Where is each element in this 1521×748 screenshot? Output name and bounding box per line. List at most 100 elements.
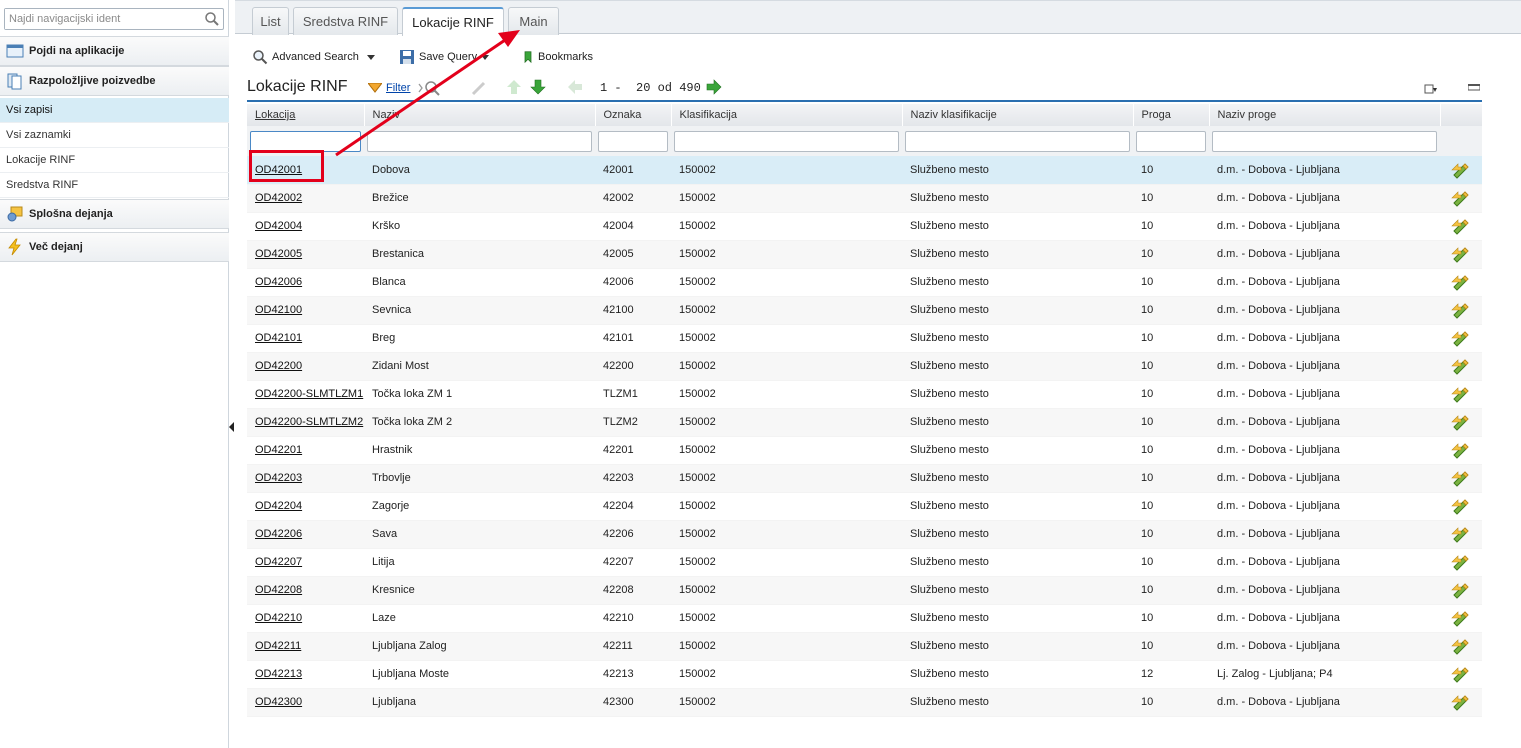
lokacija-link[interactable]: OD42211 (255, 640, 301, 652)
edit-record-icon[interactable] (1451, 497, 1471, 515)
cell-lokacija[interactable]: OD42005 (247, 240, 364, 269)
table-row[interactable]: OD42210 Laze 42210 150002 Službeno mesto 10 d.… (247, 604, 1482, 633)
section-splosna-dejanja[interactable]: Splošna dejanja (0, 199, 229, 229)
find-icon[interactable] (418, 79, 440, 97)
section-pojdi-na-aplikacije[interactable]: Pojdi na aplikacije (0, 36, 229, 66)
cell-lokacija[interactable]: OD42206 (247, 520, 364, 549)
table-row[interactable]: OD42005 Brestanica 42005 150002 Službeno mes… (247, 240, 1482, 269)
edit-record-icon[interactable] (1451, 637, 1471, 655)
column-header-lokacija[interactable]: Lokacija (247, 104, 365, 126)
sidebar-item-sredstva-rinf[interactable]: Sredstva RINF (0, 173, 229, 198)
cell-lokacija[interactable]: OD42211 (247, 632, 364, 661)
lokacija-link[interactable]: OD42100 (255, 304, 302, 316)
cell-lokacija[interactable]: OD42300 (247, 688, 364, 717)
edit-record-icon[interactable] (1451, 693, 1471, 711)
tab-sredstva-rinf[interactable]: Sredstva RINF (293, 7, 398, 35)
table-row[interactable]: OD42200 Zidani Most 42200 150002 Službeno me… (247, 352, 1482, 381)
filter-oznaka-input[interactable] (598, 130, 668, 152)
lokacija-link[interactable]: OD42006 (255, 276, 302, 288)
cell-lokacija[interactable]: OD42100 (247, 296, 364, 325)
table-row[interactable]: OD42211 Ljubljana Zalog 42211 150002 Služben… (247, 632, 1482, 661)
lokacija-link[interactable]: OD42207 (255, 556, 302, 568)
edit-record-icon[interactable] (1451, 609, 1471, 627)
lokacija-link[interactable]: OD42213 (255, 668, 302, 680)
chevron-down-icon[interactable] (481, 54, 490, 60)
cell-lokacija[interactable]: OD42006 (247, 268, 364, 297)
edit-record-icon[interactable] (1451, 329, 1471, 347)
tab-lokacije-rinf[interactable]: Lokacije RINF (402, 7, 504, 36)
column-header-klasifikacija[interactable]: Klasifikacija (671, 104, 903, 126)
edit-record-icon[interactable] (1451, 217, 1471, 235)
cell-lokacija[interactable]: OD42201 (247, 436, 364, 465)
lokacija-link[interactable]: OD42101 (255, 332, 302, 344)
edit-record-icon[interactable] (1451, 413, 1471, 431)
navigation-search-input[interactable] (5, 9, 200, 29)
advanced-search-button[interactable]: Advanced Search (252, 48, 375, 66)
arrow-up-icon[interactable] (506, 79, 522, 95)
table-row[interactable]: OD42203 Trbovlje 42203 150002 Službeno mesto… (247, 464, 1482, 493)
lokacija-link[interactable]: OD42201 (255, 444, 302, 456)
column-header-proga[interactable]: Proga (1133, 104, 1210, 126)
edit-record-icon[interactable] (1451, 581, 1471, 599)
table-row[interactable]: OD42004 Krško 42004 150002 Službeno mesto 10 d… (247, 212, 1482, 241)
edit-record-icon[interactable] (1451, 441, 1471, 459)
next-page-icon[interactable] (706, 79, 722, 95)
column-header-naziv-proge[interactable]: Naziv proge (1209, 104, 1441, 126)
lokacija-link[interactable]: OD42210 (255, 612, 302, 624)
filter-lokacija-input[interactable] (250, 130, 361, 152)
lokacija-link[interactable]: OD42200-SLMTLZM1 (255, 388, 363, 400)
filter-klasifikacija-input[interactable] (674, 130, 899, 152)
column-header-oznaka[interactable]: Oznaka (595, 104, 672, 126)
edit-record-icon[interactable] (1451, 469, 1471, 487)
edit-record-icon[interactable] (1451, 273, 1471, 291)
table-row[interactable]: OD42213 Ljubljana Moste 42213 150002 Služben… (247, 660, 1482, 689)
lokacija-link[interactable]: OD42206 (255, 528, 302, 540)
cell-lokacija[interactable]: OD42200 (247, 352, 364, 381)
table-row[interactable]: OD42100 Sevnica 42100 150002 Službeno mesto 1… (247, 296, 1482, 325)
section-vec-dejanj[interactable]: Več dejanj (0, 232, 229, 262)
column-header-naziv-klasifikacije[interactable]: Naziv klasifikacije (902, 104, 1134, 126)
lokacija-link[interactable]: OD42208 (255, 584, 302, 596)
cell-lokacija[interactable]: OD42203 (247, 464, 364, 493)
column-header-naziv[interactable]: Naziv (364, 104, 596, 126)
table-row[interactable]: OD42006 Blanca 42006 150002 Službeno mesto 10… (247, 268, 1482, 297)
bookmarks-button[interactable]: Bookmarks (522, 48, 593, 66)
navigation-search-field[interactable] (4, 8, 224, 30)
table-row[interactable]: OD42300 Ljubljana 42300 150002 Službeno mest… (247, 688, 1482, 717)
save-query-button[interactable]: Save Query (399, 48, 490, 66)
cell-lokacija[interactable]: OD42210 (247, 604, 364, 633)
cell-lokacija[interactable]: OD42004 (247, 212, 364, 241)
edit-record-icon[interactable] (1451, 245, 1471, 263)
table-row[interactable]: OD42002 Brežice 42002 150002 Službeno mesto 1… (247, 184, 1482, 213)
edit-record-icon[interactable] (1451, 525, 1471, 543)
edit-record-icon[interactable] (1451, 553, 1471, 571)
table-row[interactable]: OD42101 Breg 42101 150002 Službeno mesto 10 d.… (247, 324, 1482, 353)
table-row[interactable]: OD42001 Dobova 42001 150002 Službeno mesto 10… (247, 156, 1482, 185)
cell-lokacija[interactable]: OD42002 (247, 184, 364, 213)
cell-lokacija[interactable]: OD42208 (247, 576, 364, 605)
minimize-icon[interactable] (1468, 84, 1480, 92)
filter-naziv-input[interactable] (367, 130, 592, 152)
cell-lokacija[interactable]: OD42101 (247, 324, 364, 353)
filter-naziv-proge-input[interactable] (1212, 130, 1437, 152)
lokacija-link[interactable]: OD42005 (255, 248, 302, 260)
lokacija-link[interactable]: OD42200-SLMTLZM2 (255, 416, 363, 428)
table-row[interactable]: OD42208 Kresnice 42208 150002 Službeno mesto… (247, 576, 1482, 605)
edit-record-icon[interactable] (1451, 665, 1471, 683)
search-icon[interactable] (204, 11, 220, 27)
collapse-sidebar-icon[interactable] (229, 420, 234, 434)
table-row[interactable]: OD42200-SLMTLZM1 Točka loka ZM 1 TLZM1 1500… (247, 380, 1482, 409)
table-row[interactable]: OD42206 Sava 42206 150002 Službeno mesto 10 d.… (247, 520, 1482, 549)
section-razpolozljive-poizvedbe[interactable]: Razpoložljive poizvedbe (0, 66, 229, 96)
lokacija-link[interactable]: OD42200 (255, 360, 302, 372)
edit-record-icon[interactable] (1451, 357, 1471, 375)
lokacija-link[interactable]: OD42203 (255, 472, 302, 484)
download-icon[interactable] (1424, 82, 1438, 96)
edit-record-icon[interactable] (1451, 189, 1471, 207)
tab-main[interactable]: Main (508, 7, 559, 35)
lokacija-link[interactable]: OD42300 (255, 696, 302, 708)
filter-proga-input[interactable] (1136, 130, 1206, 152)
tab-list[interactable]: List (252, 7, 289, 35)
arrow-down-icon[interactable] (530, 79, 546, 95)
edit-record-icon[interactable] (1451, 385, 1471, 403)
